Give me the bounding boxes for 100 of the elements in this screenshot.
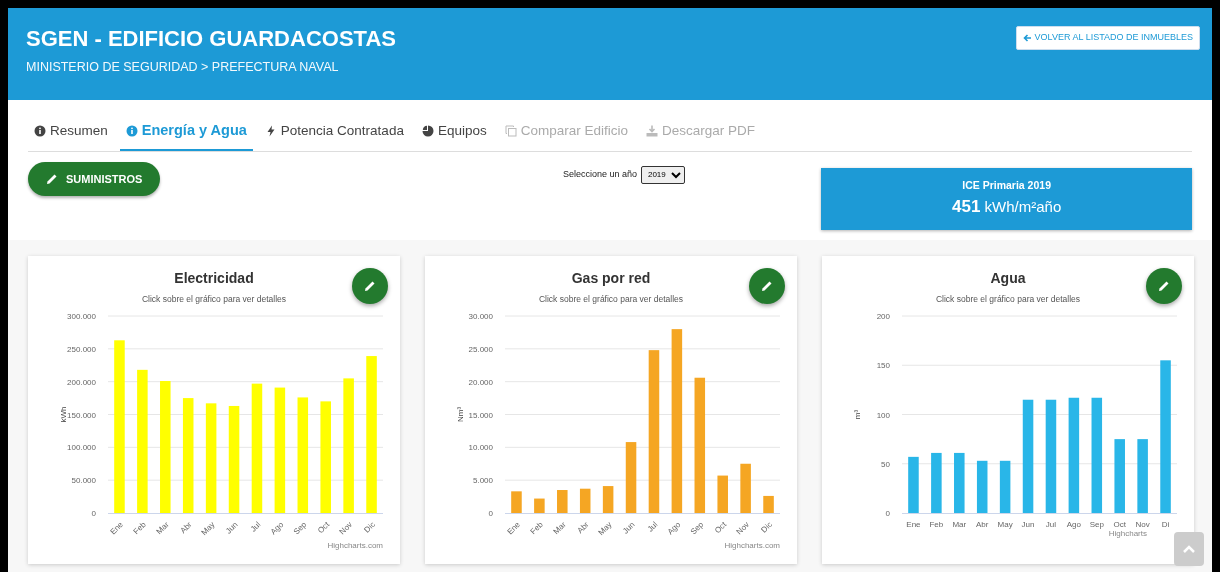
tab[interactable]: Resumen (28, 114, 114, 151)
bar[interactable] (740, 463, 751, 513)
axis-tick-label: Feb (131, 519, 148, 536)
axis-tick-label: May (997, 519, 1013, 529)
bar[interactable] (1114, 438, 1125, 513)
credit-link[interactable]: Highcharts (1108, 528, 1147, 538)
axis-tick-label: Dic (759, 519, 774, 535)
bar[interactable] (205, 402, 217, 513)
axis-tick-label: 30.000 (468, 311, 493, 321)
chart-title: Gas por red (570, 268, 652, 288)
bar[interactable] (694, 377, 706, 513)
bar[interactable] (931, 452, 942, 513)
bar[interactable] (954, 452, 965, 513)
bar[interactable] (182, 397, 194, 513)
bar[interactable] (160, 380, 171, 513)
bar[interactable] (1091, 397, 1103, 513)
axis-tick-label: 200.000 (67, 377, 96, 387)
bar[interactable] (137, 369, 148, 513)
axis-tick-label: 50 (881, 459, 890, 469)
edit-button[interactable] (1146, 267, 1182, 304)
bar[interactable] (297, 396, 309, 513)
axis-tick-label: 15.000 (468, 410, 493, 419)
bar[interactable] (114, 339, 125, 513)
axis-tick-label: Nov (337, 519, 355, 536)
bar[interactable] (511, 490, 522, 513)
pencil-icon (761, 279, 773, 292)
chart-subtitle: Click sobre el gráfico para ver detalles (934, 292, 1082, 306)
axis-tick-label: Mar (551, 519, 568, 536)
axis-tick-label: Jul (248, 519, 263, 534)
download-icon (646, 124, 658, 137)
tab[interactable]: Potencia Contratada (258, 114, 410, 151)
axis-tick-label: 200 (876, 311, 890, 321)
axis-tick-label: 100.000 (67, 442, 96, 452)
bar[interactable] (557, 489, 568, 513)
axis-tick-label: Sep (1089, 519, 1104, 529)
axis-tick-label: 20.000 (468, 377, 493, 387)
pencil-icon (46, 173, 58, 185)
bar[interactable] (763, 495, 774, 513)
bar[interactable] (228, 405, 240, 513)
bar[interactable] (274, 387, 286, 513)
axis-tick-label: 0 (91, 508, 96, 518)
axis-tick-label: Ene (108, 519, 125, 536)
bar[interactable] (602, 485, 614, 513)
bar[interactable] (999, 460, 1011, 513)
axis-tick-label: Feb (528, 519, 545, 536)
axis-tick-label: Jun (223, 519, 240, 536)
axis-title: m³ (853, 409, 862, 419)
axis-tick-label: Abr (575, 519, 591, 535)
axis-tick-label: Nov (1135, 519, 1150, 529)
bar[interactable] (717, 475, 728, 513)
bar[interactable] (1068, 397, 1080, 513)
credit-link[interactable]: Highcharts.com (327, 540, 383, 550)
bar[interactable] (648, 349, 660, 513)
axis-tick-label: 0 (885, 508, 890, 518)
bar[interactable] (671, 328, 683, 513)
axis-tick-label: 100 (876, 410, 890, 419)
tab[interactable]: Energía y Agua (119, 114, 253, 151)
bar[interactable] (579, 488, 591, 513)
axis-tick-label: Ene (906, 519, 921, 529)
axis-tick-label: 150.000 (67, 410, 96, 419)
chart-title: Agua (989, 268, 1027, 288)
axis-tick-label: 250.000 (67, 344, 96, 354)
chevron-up-icon (1182, 544, 1196, 554)
tab[interactable]: Equipos (415, 114, 493, 151)
axis-tick-label: 25.000 (468, 344, 493, 354)
scroll-top-button[interactable] (1174, 532, 1204, 566)
bar[interactable] (534, 498, 545, 513)
back-button[interactable]: VOLVER AL LISTADO DE INMUEBLES (1015, 26, 1200, 50)
bar[interactable] (366, 355, 377, 513)
pie-chart-icon (421, 124, 434, 137)
edit-button[interactable] (352, 267, 388, 304)
bar[interactable] (1160, 359, 1171, 513)
bar[interactable] (251, 383, 263, 513)
axis-tick-label: Ene (505, 519, 522, 536)
bar[interactable] (625, 441, 637, 513)
axis-tick-label: Ago (665, 519, 683, 536)
axis-tick-label: 10.000 (468, 442, 493, 452)
bar[interactable] (1045, 399, 1057, 513)
axis-tick-label: May (199, 519, 217, 537)
bar[interactable] (976, 460, 988, 513)
axis-tick-label: 150 (876, 360, 890, 370)
axis-tick-label: Mar (154, 519, 171, 536)
year-select[interactable]: 2019 (640, 165, 685, 184)
bar[interactable] (320, 400, 331, 513)
credit-link[interactable]: Highcharts.com (724, 540, 780, 550)
axis-tick-label: Ago (1066, 519, 1081, 529)
bar[interactable] (343, 377, 354, 513)
bar[interactable] (908, 456, 919, 513)
info-icon (125, 124, 138, 137)
copy-icon (504, 124, 517, 137)
edit-button[interactable] (749, 267, 785, 304)
supplies-button[interactable]: SUMINISTROS (28, 161, 161, 197)
axis-tick-label: Jul (1045, 519, 1057, 529)
axis-tick-label: Abr (976, 519, 989, 529)
bar[interactable] (1137, 438, 1148, 513)
axis-tick-label: Di (1161, 519, 1170, 529)
axis-tick-label: Jun (620, 519, 637, 536)
bar[interactable] (1022, 399, 1034, 513)
axis-tick-label: Oct (1113, 519, 1126, 529)
chart-subtitle: Click sobre el gráfico para ver detalles (537, 292, 685, 306)
